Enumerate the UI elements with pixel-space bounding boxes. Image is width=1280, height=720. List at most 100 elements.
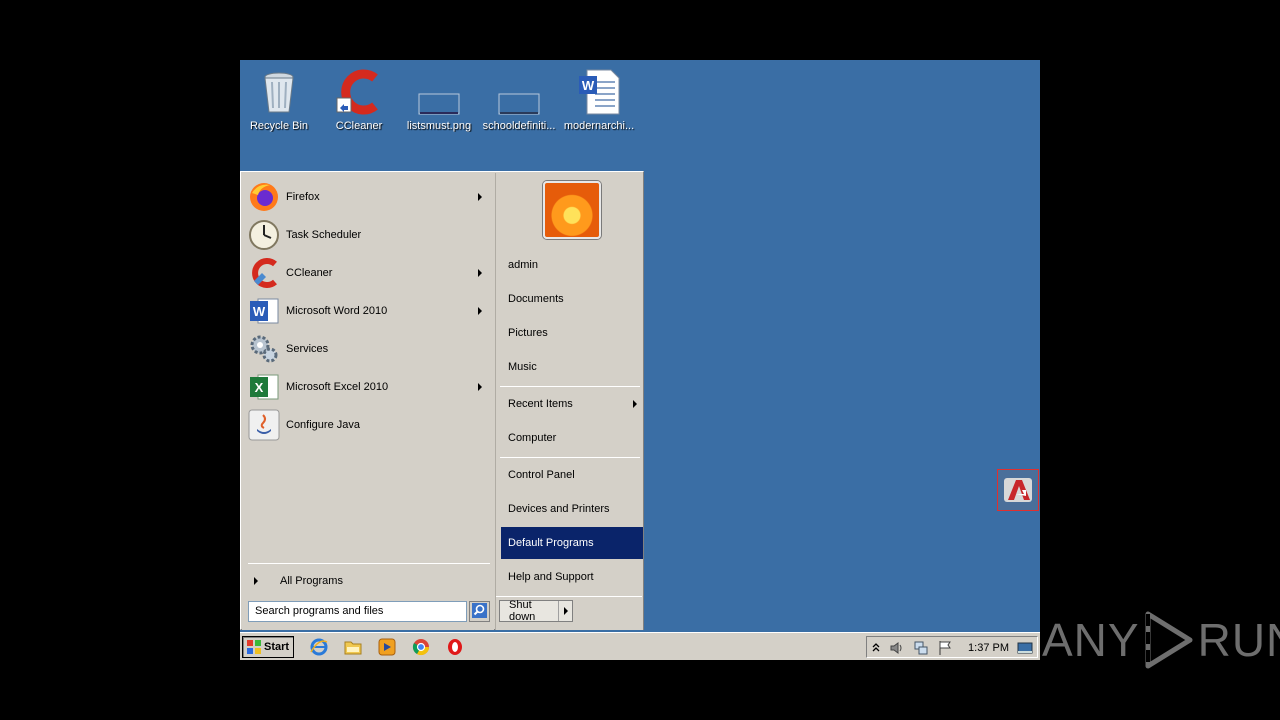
red-app-icon <box>1004 478 1032 502</box>
submenu-arrow-icon <box>478 307 482 315</box>
taskbar: Start 1:37 PM <box>240 632 1040 660</box>
places-item-documents[interactable]: Documents <box>501 283 643 315</box>
folder-icon[interactable] <box>344 638 362 656</box>
search-icon <box>472 602 487 621</box>
program-item-excel[interactable]: X Microsoft Excel 2010 <box>248 369 492 405</box>
windows-logo-icon <box>246 639 262 655</box>
image-file-icon <box>415 68 463 116</box>
submenu-arrow-icon <box>633 400 637 408</box>
desktop-icon-recycle-bin[interactable]: Recycle Bin <box>240 66 318 138</box>
places-item-label: Default Programs <box>508 537 594 549</box>
chrome-icon[interactable] <box>412 638 430 656</box>
start-button[interactable]: Start <box>242 636 294 658</box>
shutdown-label: Shut down <box>509 599 536 623</box>
places-item-control-panel[interactable]: Control Panel <box>501 459 643 491</box>
places-item-label: Recent Items <box>508 398 573 410</box>
program-item-firefox[interactable]: Firefox <box>248 179 492 215</box>
places-item-help-and-support[interactable]: Help and Support <box>501 561 643 593</box>
places-item-default-programs[interactable]: Default Programs <box>501 527 643 559</box>
word-icon: W <box>248 295 280 327</box>
program-label: Task Scheduler <box>286 229 362 241</box>
floating-app-icon[interactable] <box>997 469 1039 511</box>
places-item-music[interactable]: Music <box>501 351 643 383</box>
places-item-label: Computer <box>508 432 557 444</box>
places-item-label: Control Panel <box>508 469 575 481</box>
desktop-icon-schooldefinition[interactable]: schooldefiniti... <box>480 66 558 138</box>
separator <box>500 386 640 387</box>
program-label: Microsoft Word 2010 <box>286 305 388 317</box>
program-item-task-scheduler[interactable]: Task Scheduler <box>248 217 492 253</box>
all-programs-arrow-icon <box>254 577 258 585</box>
search-button[interactable] <box>469 601 490 622</box>
watermark-text-right: RUN <box>1197 614 1280 666</box>
places-item-pictures[interactable]: Pictures <box>501 317 643 349</box>
program-label: Services <box>286 343 329 355</box>
word-document-icon: W <box>575 68 623 116</box>
volume-icon[interactable] <box>889 640 905 659</box>
media-player-icon[interactable] <box>378 638 396 656</box>
shutdown-options-button[interactable] <box>558 601 572 621</box>
places-item-devices-and-printers[interactable]: Devices and Printers <box>501 493 643 525</box>
separator <box>248 563 490 564</box>
ccleaner-icon <box>335 68 383 116</box>
opera-icon[interactable] <box>446 638 464 656</box>
separator <box>496 596 642 597</box>
desktop-icon-label: CCleaner <box>335 120 383 132</box>
network-icon[interactable] <box>913 640 929 659</box>
program-label: Configure Java <box>286 419 360 431</box>
internet-explorer-icon[interactable] <box>310 638 328 656</box>
firefox-icon <box>248 181 280 213</box>
desktop: Recycle Bin CCleaner listsmust.png schoo… <box>240 60 1040 660</box>
shutdown-button[interactable]: Shut down <box>499 599 573 623</box>
start-label: Start <box>264 641 290 653</box>
svg-text:W: W <box>582 78 595 93</box>
program-item-word[interactable]: W Microsoft Word 2010 <box>248 293 492 329</box>
search-input[interactable]: Search programs and files <box>248 601 467 622</box>
anyrun-watermark: ANY RUN <box>1042 608 1280 672</box>
user-avatar[interactable] <box>543 181 601 239</box>
places-item-label: admin <box>508 259 538 271</box>
desktop-icon-modernarchi[interactable]: W modernarchi... <box>560 66 638 138</box>
clock[interactable]: 1:37 PM <box>968 642 1009 654</box>
program-item-services[interactable]: Services <box>248 331 492 367</box>
desktop-icon-listsmust[interactable]: listsmust.png <box>400 66 478 138</box>
all-programs-label: All Programs <box>280 575 343 587</box>
gears-icon <box>248 333 280 365</box>
places-item-computer[interactable]: Computer <box>501 422 643 454</box>
java-icon <box>248 409 280 441</box>
show-hidden-icon[interactable] <box>871 640 881 657</box>
svg-text:W: W <box>253 304 266 319</box>
desktop-icon-label: schooldefiniti... <box>482 120 556 132</box>
start-menu: Firefox Task Scheduler CCleaner W Micros… <box>240 171 644 630</box>
play-logo-icon <box>1142 610 1196 670</box>
program-item-ccleaner[interactable]: CCleaner <box>248 255 492 291</box>
places-item-label: Documents <box>508 293 564 305</box>
program-item-configure-java[interactable]: Configure Java <box>248 407 492 443</box>
all-programs-button[interactable]: All Programs <box>250 571 486 591</box>
places-item-admin[interactable]: admin <box>501 249 643 281</box>
places-item-label: Music <box>508 361 537 373</box>
show-desktop-icon[interactable] <box>1017 641 1033 658</box>
notification-area: 1:37 PM <box>866 636 1038 658</box>
desktop-icon-label: modernarchi... <box>563 120 635 132</box>
desktop-icon-ccleaner[interactable]: CCleaner <box>320 66 398 138</box>
image-file-icon <box>495 68 543 116</box>
start-menu-programs-pane: Firefox Task Scheduler CCleaner W Micros… <box>242 173 494 630</box>
program-label: CCleaner <box>286 267 333 279</box>
excel-icon: X <box>248 371 280 403</box>
submenu-arrow-icon <box>478 383 482 391</box>
ccleaner-icon <box>248 257 280 289</box>
chevron-right-icon <box>563 607 568 615</box>
watermark-text-left: ANY <box>1042 614 1140 666</box>
program-label: Microsoft Excel 2010 <box>286 381 389 393</box>
places-item-label: Pictures <box>508 327 548 339</box>
places-item-label: Devices and Printers <box>508 503 610 515</box>
desktop-icon-label: Recycle Bin <box>249 120 309 132</box>
submenu-arrow-icon <box>478 193 482 201</box>
svg-text:X: X <box>255 380 264 395</box>
places-item-label: Help and Support <box>508 571 594 583</box>
start-menu-places-pane: admin Documents Pictures Music Recent It… <box>495 173 643 630</box>
places-item-recent-items[interactable]: Recent Items <box>501 388 643 420</box>
desktop-icon-label: listsmust.png <box>406 120 472 132</box>
flag-icon[interactable] <box>937 640 953 659</box>
